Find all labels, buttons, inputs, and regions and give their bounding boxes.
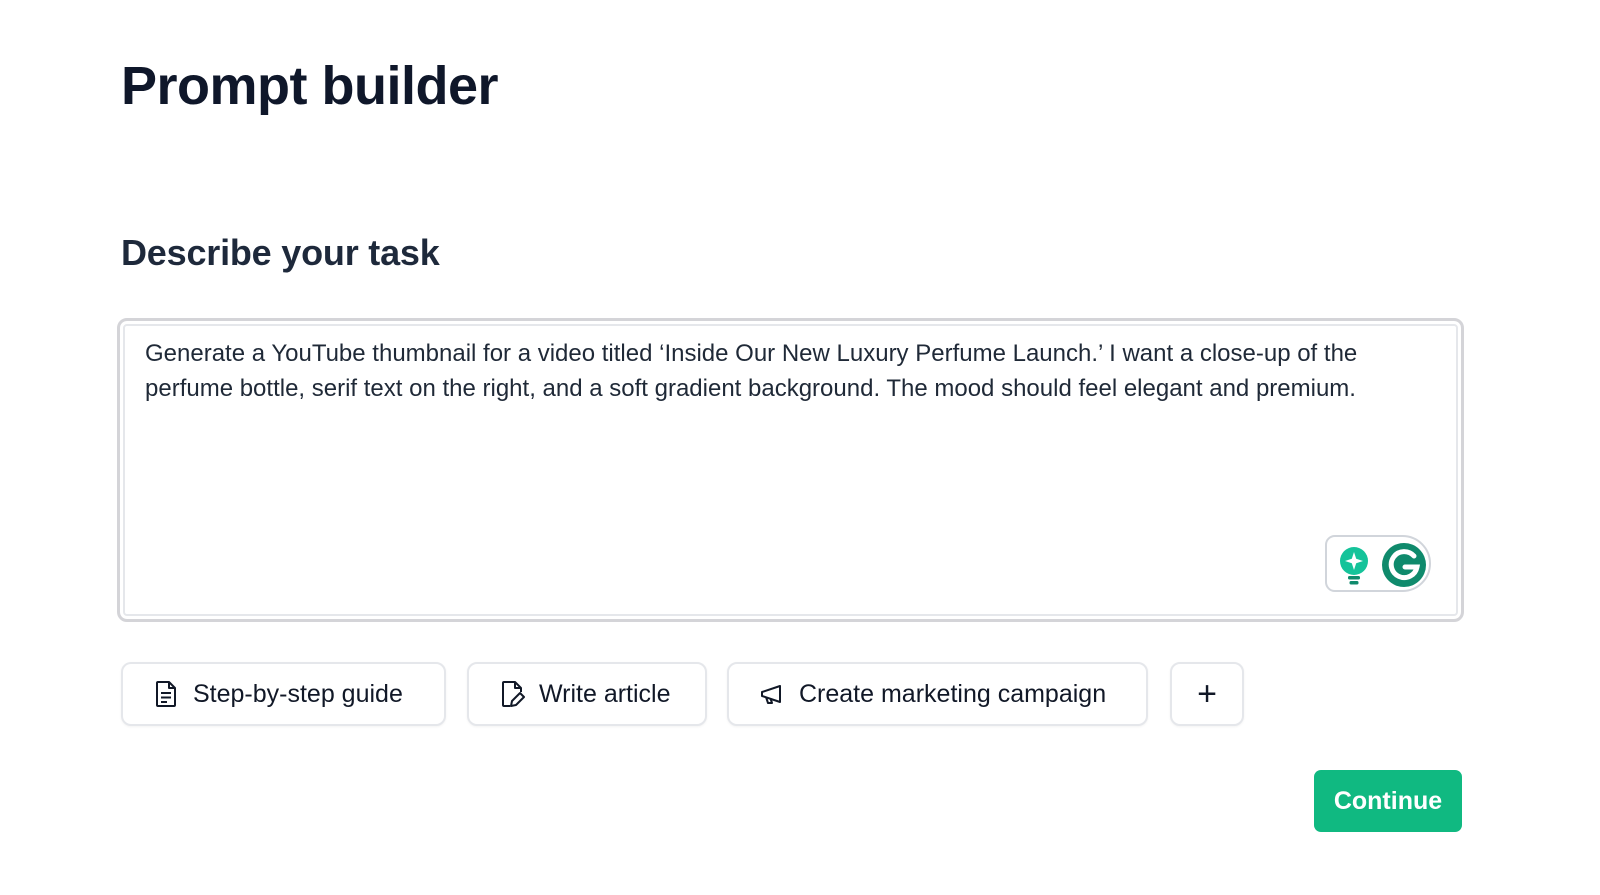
continue-button[interactable]: Continue: [1314, 770, 1462, 832]
pen-document-icon: [502, 681, 525, 707]
writing-assistant-widget[interactable]: [1325, 535, 1431, 592]
template-chip-create-marketing-campaign[interactable]: Create marketing campaign: [727, 662, 1148, 726]
lightbulb-sparkle-icon[interactable]: [1337, 546, 1371, 586]
add-template-button[interactable]: +: [1170, 662, 1244, 726]
task-heading: Describe your task: [121, 232, 440, 273]
page-title: Prompt builder: [121, 56, 499, 116]
task-input[interactable]: Generate a YouTube thumbnail for a video…: [145, 336, 1435, 506]
template-chip-label: Create marketing campaign: [799, 679, 1107, 708]
template-chip-label: Write article: [539, 679, 671, 708]
plus-icon: +: [1197, 674, 1217, 713]
megaphone-icon: [761, 685, 781, 704]
template-chip-label: Step-by-step guide: [193, 679, 403, 708]
template-chip-step-by-step-guide[interactable]: Step-by-step guide: [121, 662, 446, 726]
document-icon: [156, 681, 176, 707]
grammarly-g-icon[interactable]: [1381, 542, 1427, 588]
template-chip-write-article[interactable]: Write article: [467, 662, 707, 726]
